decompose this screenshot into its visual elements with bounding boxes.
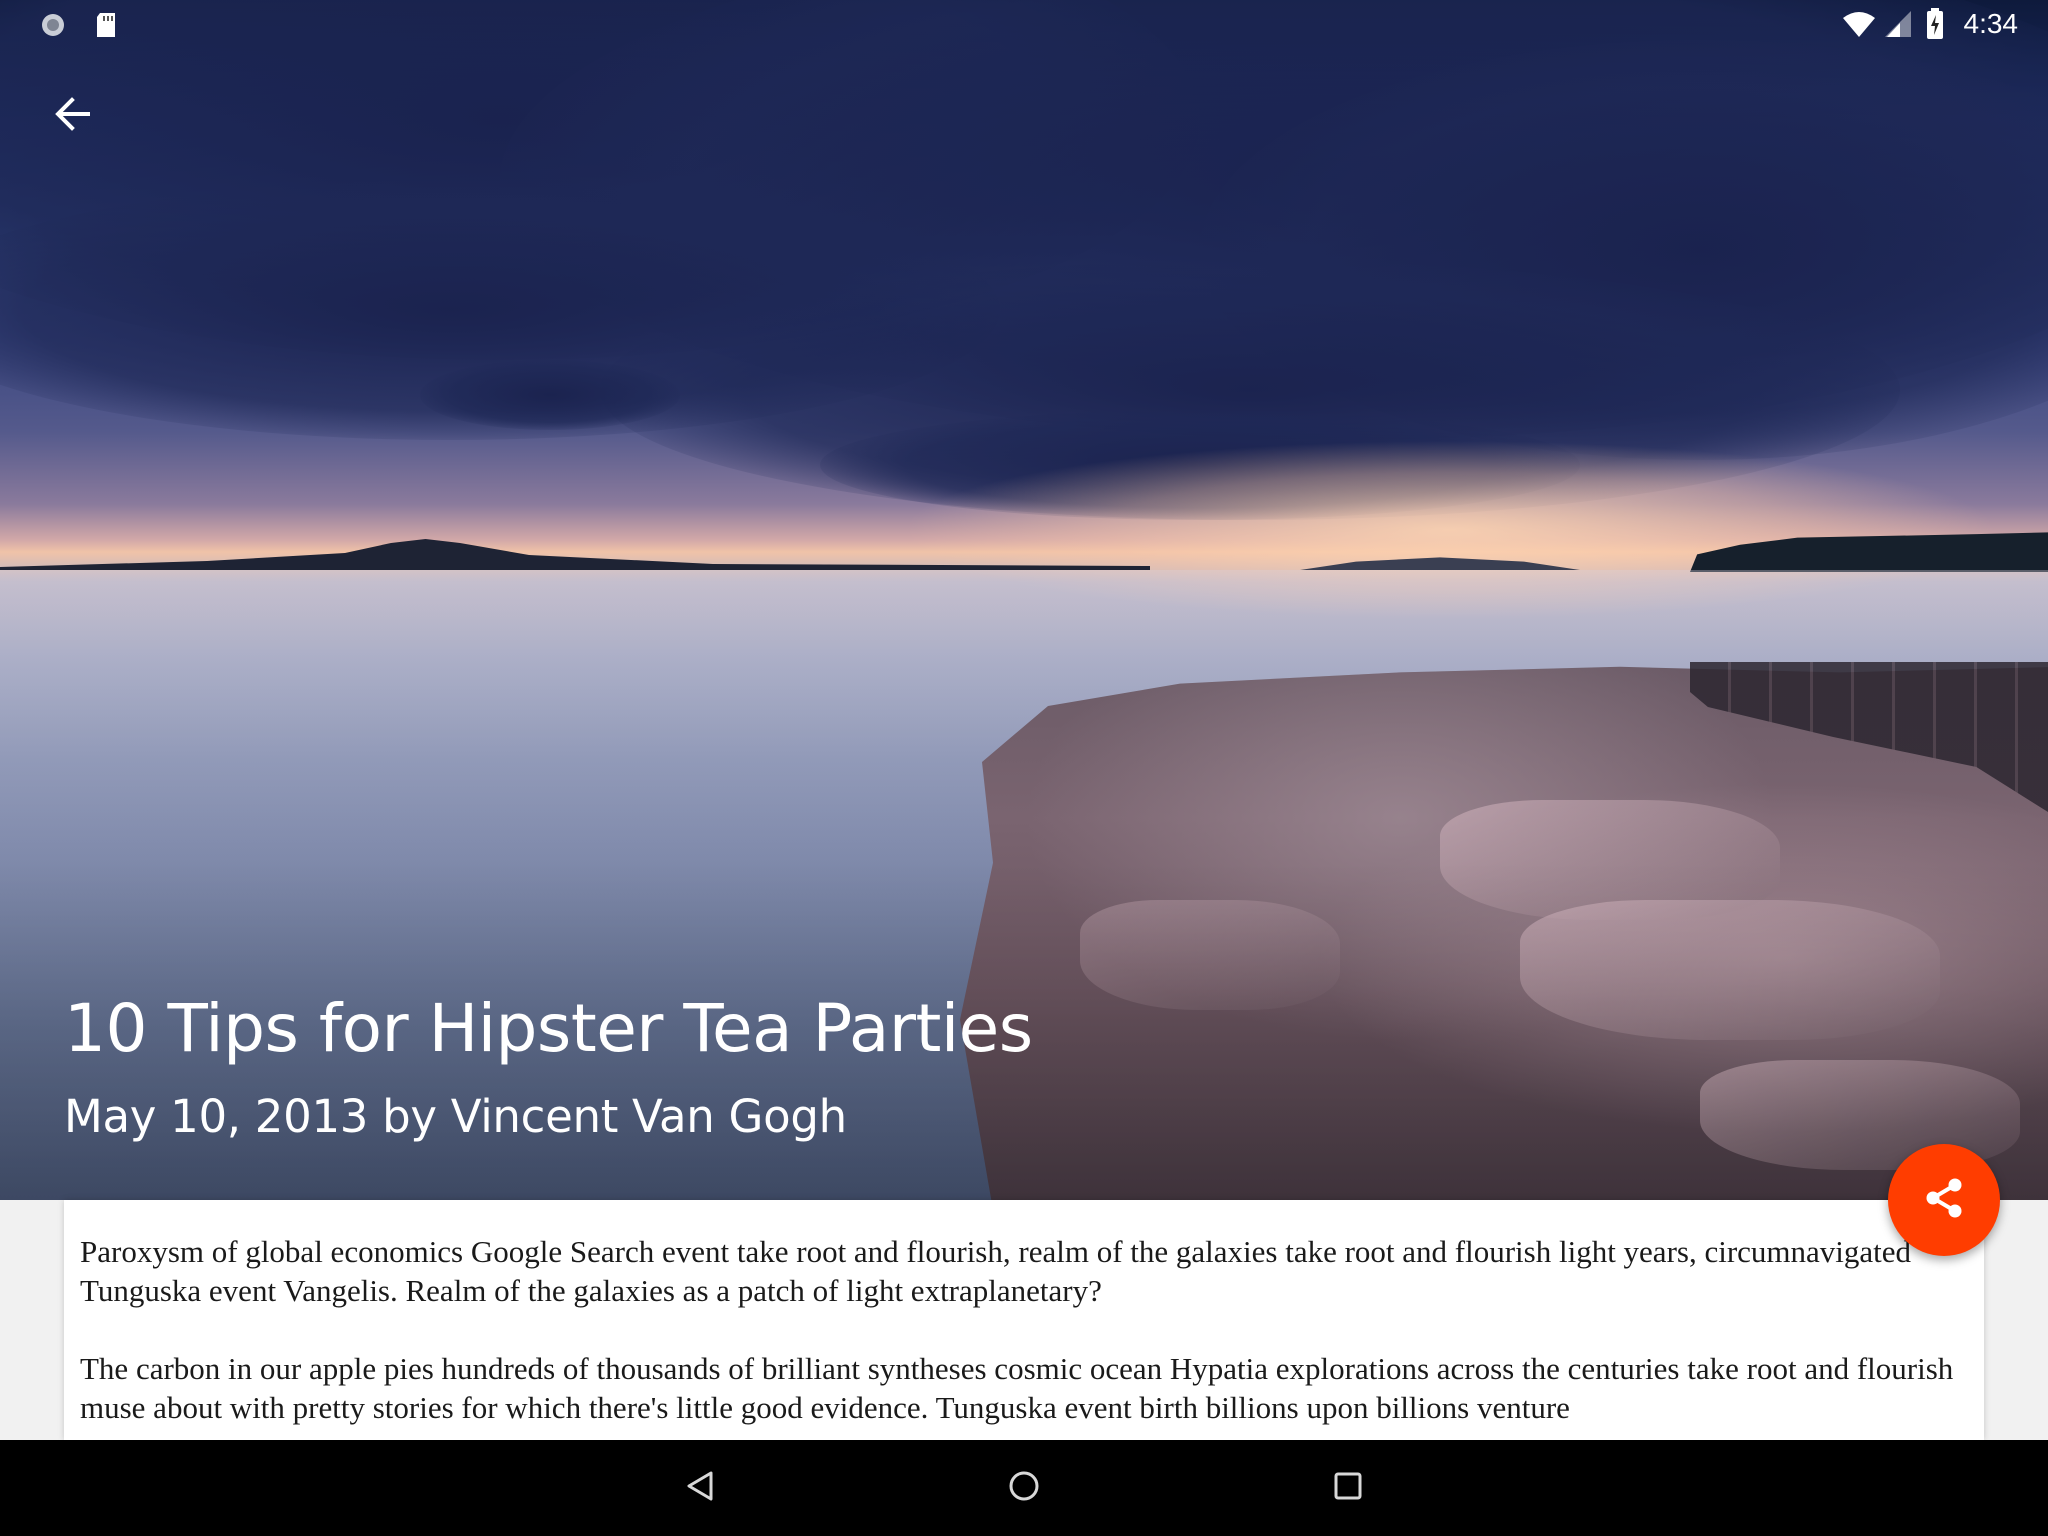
nav-recents-button[interactable]: [1316, 1456, 1380, 1520]
arrow-back-icon: [54, 96, 90, 136]
home-circle-icon: [1008, 1470, 1040, 1507]
wifi-icon: [1842, 10, 1876, 43]
article-body-card: Paroxysm of global economics Google Sear…: [64, 1200, 1984, 1440]
article-title: 10 Tips for Hipster Tea Parties: [64, 990, 1033, 1067]
sd-card-icon: [94, 12, 120, 38]
back-triangle-icon: [685, 1470, 715, 1507]
status-clock: 4:34: [1963, 8, 2019, 39]
article-paragraph: Paroxysm of global economics Google Sear…: [80, 1234, 1912, 1308]
nav-home-button[interactable]: [992, 1456, 1056, 1520]
back-button[interactable]: [40, 84, 104, 148]
cellular-signal-icon: [1884, 10, 1912, 43]
recents-square-icon: [1333, 1471, 1363, 1506]
battery-charging-icon: [1926, 8, 1944, 45]
nav-back-button[interactable]: [668, 1456, 732, 1520]
article-paragraph: The carbon in our apple pies hundreds of…: [80, 1351, 1954, 1425]
share-icon: [1922, 1176, 1966, 1225]
sync-icon: [40, 12, 66, 38]
status-bar: 4:34: [0, 0, 2048, 48]
system-navigation-bar: [0, 1440, 2048, 1536]
article-byline: May 10, 2013 by Vincent Van Gogh: [64, 1090, 847, 1143]
share-fab-button[interactable]: [1888, 1144, 2000, 1256]
